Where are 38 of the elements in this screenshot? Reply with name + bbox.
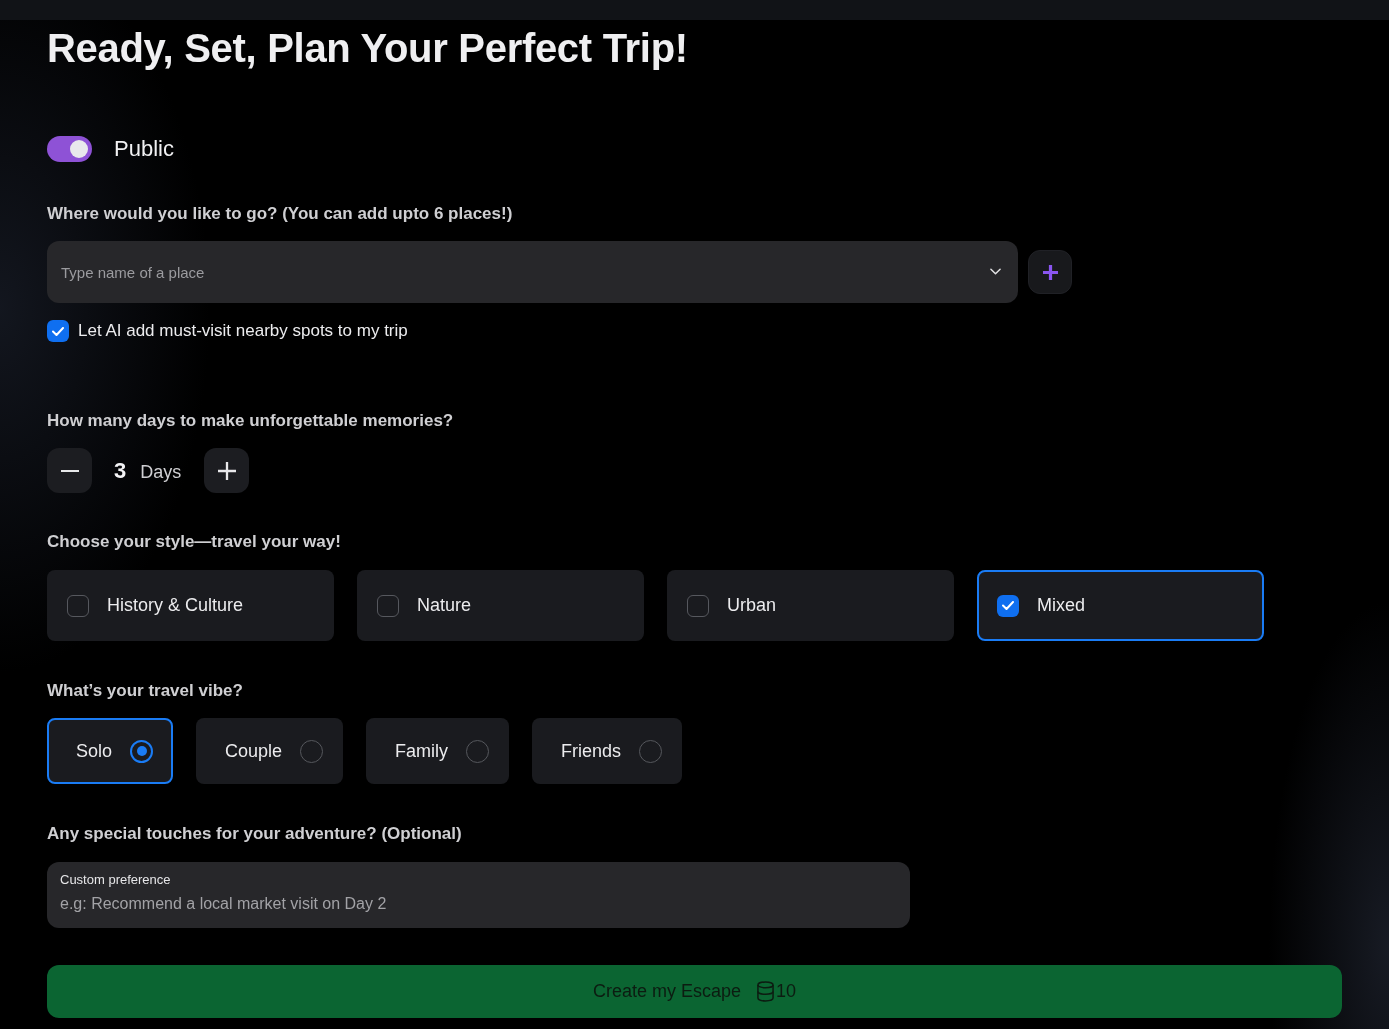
days-question: How many days to make unforgettable memories? — [47, 410, 455, 432]
credit-cost: 10 — [776, 981, 797, 1002]
plus-icon — [217, 461, 236, 480]
check-icon — [52, 326, 64, 336]
vibe-option[interactable]: Family — [366, 718, 510, 784]
coin-stack-icon — [757, 981, 774, 1002]
increment-button[interactable] — [204, 448, 250, 493]
add-place-button[interactable] — [1028, 250, 1072, 294]
toggle-label: Public — [114, 136, 174, 162]
preference-question: Any special touches for your adventure? (Optional) — [47, 823, 463, 845]
minus-icon — [60, 469, 79, 472]
style-checkbox[interactable] — [67, 594, 89, 617]
chevron-down-icon — [990, 268, 1001, 275]
vibe-option[interactable]: Friends — [532, 718, 683, 784]
style-checkbox[interactable] — [687, 594, 709, 617]
ai-spots-checkbox[interactable] — [47, 320, 69, 342]
style-option[interactable]: Mixed — [977, 570, 1264, 641]
style-checkbox[interactable] — [997, 594, 1019, 617]
day-unit: Days — [140, 460, 182, 483]
day-count: 3 — [114, 457, 127, 484]
vibe-option[interactable]: Couple — [196, 718, 344, 784]
field-label: Custom preference — [60, 872, 171, 888]
custom-preference-field[interactable]: Custom preference e.g: Recommend a local market visit on Day 2 — [47, 862, 910, 928]
place-search-field[interactable]: Type name of a place — [47, 241, 1018, 303]
preference-input[interactable]: e.g: Recommend a local market visit on Day 2 — [60, 894, 420, 914]
page-title: Ready, Set, Plan Your Perfect Trip! — [47, 25, 689, 72]
check-icon — [1002, 601, 1014, 610]
style-question: Choose your style—travel your way! — [47, 531, 342, 553]
style-checkbox[interactable] — [377, 594, 399, 617]
vibe-option[interactable]: Solo — [47, 718, 174, 784]
destination-question: Where would you like to go? (You can add upto 6 places!) — [47, 203, 514, 225]
style-option[interactable]: Nature — [357, 570, 644, 641]
style-option[interactable]: Urban — [667, 570, 954, 641]
vibe-question: What’s your travel vibe? — [47, 680, 244, 702]
public-toggle[interactable] — [47, 136, 92, 162]
checkbox-label: Let AI add must-visit nearby spots to my trip — [78, 320, 408, 342]
plus-icon — [1042, 264, 1058, 280]
style-option[interactable]: History & Culture — [47, 570, 334, 641]
